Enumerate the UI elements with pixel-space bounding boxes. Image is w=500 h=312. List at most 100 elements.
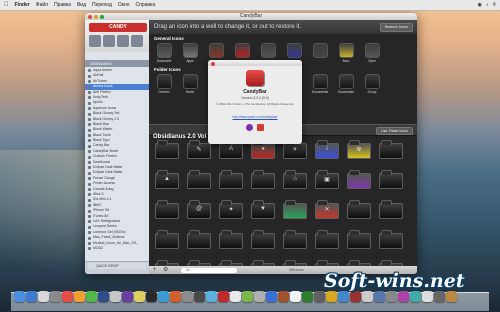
- iconpack-icon[interactable]: [187, 168, 211, 190]
- general-well[interactable]: Burn: [335, 43, 357, 63]
- restore-icons-button[interactable]: Restore Icons: [379, 23, 413, 32]
- iconpack-icon[interactable]: [315, 228, 339, 250]
- general-well[interactable]: Apps: [179, 43, 201, 63]
- iconpack-icon[interactable]: @: [187, 198, 211, 220]
- add-icon[interactable]: +: [153, 266, 157, 274]
- dock-app-icon[interactable]: [278, 291, 289, 302]
- dock-app-icon[interactable]: [86, 291, 97, 302]
- dock-app-icon[interactable]: [194, 291, 205, 302]
- spotlight-icon[interactable]: ⚲: [492, 2, 496, 8]
- dock-app-icon[interactable]: [434, 291, 445, 302]
- search-input[interactable]: All: [181, 267, 237, 273]
- general-well[interactable]: Document: [153, 43, 175, 63]
- dock-app-icon[interactable]: [410, 291, 421, 302]
- iconpack-icon[interactable]: ⌂: [283, 168, 307, 190]
- dock-app-icon[interactable]: [182, 291, 193, 302]
- iconpack-icon[interactable]: [379, 198, 403, 220]
- wifi-icon[interactable]: ◉: [477, 2, 481, 8]
- zoom-icon[interactable]: [100, 14, 104, 19]
- dock-app-icon[interactable]: [38, 291, 49, 302]
- iconpack-icon[interactable]: [155, 228, 179, 250]
- dock-app-icon[interactable]: [302, 291, 313, 302]
- quick-drop[interactable]: QUICK DROP: [88, 263, 146, 269]
- menu-window[interactable]: Окно: [118, 2, 130, 8]
- iconfactory-logo-icon[interactable]: [257, 124, 264, 131]
- iconpack-icon[interactable]: [379, 228, 403, 250]
- dock-app-icon[interactable]: [386, 291, 397, 302]
- dock-app-icon[interactable]: [26, 291, 37, 302]
- iconpack-icon[interactable]: ▣: [315, 168, 339, 190]
- dock-app-icon[interactable]: [74, 291, 85, 302]
- use-these-icons-button[interactable]: Use These Icons: [376, 127, 413, 135]
- dock-app-icon[interactable]: [134, 291, 145, 302]
- about-url-link[interactable]: http://www.panic.com/candybar/: [208, 115, 302, 119]
- dock-app-icon[interactable]: [350, 291, 361, 302]
- dock-app-icon[interactable]: [254, 291, 265, 302]
- menu-view[interactable]: Вид: [77, 2, 86, 8]
- folder-well[interactable]: Documents: [309, 74, 331, 94]
- action-gear-icon[interactable]: ⚙: [163, 266, 168, 274]
- iconpack-icon[interactable]: [155, 138, 179, 160]
- about-close-icon[interactable]: [211, 61, 215, 66]
- iconpack-icon[interactable]: i: [315, 138, 339, 160]
- dock-app-icon[interactable]: [422, 291, 433, 302]
- iconpack-icon[interactable]: [347, 228, 371, 250]
- iconpack-icon[interactable]: [347, 198, 371, 220]
- iconpack-icon[interactable]: [219, 228, 243, 250]
- apps-tool-icon[interactable]: [103, 35, 115, 47]
- iconpack-icon[interactable]: ✦: [219, 198, 243, 220]
- menu-go[interactable]: Переход: [92, 2, 112, 8]
- general-well[interactable]: [309, 43, 331, 63]
- sidebar-item[interactable]: MOD2: [85, 246, 149, 251]
- volume-icon[interactable]: ♪: [486, 2, 489, 8]
- iconpack-icon[interactable]: ✕: [315, 198, 339, 220]
- dock-app-icon[interactable]: [266, 291, 277, 302]
- iconpack-icon[interactable]: [251, 228, 275, 250]
- iconpack-icon[interactable]: [379, 138, 403, 160]
- iconpack-icon[interactable]: ▼: [251, 198, 275, 220]
- dock-app-icon[interactable]: [230, 291, 241, 302]
- menu-help[interactable]: Справка: [136, 2, 156, 8]
- dock-app-icon[interactable]: [50, 291, 61, 302]
- dock-app-icon[interactable]: [98, 291, 109, 302]
- folder-well[interactable]: Downloads: [335, 74, 357, 94]
- iconpack-icon[interactable]: ▲: [155, 168, 179, 190]
- folder-well[interactable]: Generic: [153, 74, 175, 94]
- iconpack-icon[interactable]: [283, 228, 307, 250]
- panic-logo-icon[interactable]: [246, 124, 253, 131]
- dock-app-icon[interactable]: [290, 291, 301, 302]
- dock-app-icon[interactable]: [122, 291, 133, 302]
- folder-well[interactable]: Group: [361, 74, 383, 94]
- iconpack-icon[interactable]: [155, 198, 179, 220]
- dock-app-icon[interactable]: [242, 291, 253, 302]
- iconpack-icon[interactable]: [219, 168, 243, 190]
- dock-app-icon[interactable]: [398, 291, 409, 302]
- general-well[interactable]: Eject: [361, 43, 383, 63]
- dock-app-icon[interactable]: [314, 291, 325, 302]
- iconpack-icon[interactable]: [347, 168, 371, 190]
- minimize-icon[interactable]: [94, 14, 98, 19]
- dock-app-icon[interactable]: [158, 291, 169, 302]
- menu-finder[interactable]: Finder: [15, 2, 30, 8]
- dock-app-icon[interactable]: [14, 291, 25, 302]
- dock-app-icon[interactable]: [374, 291, 385, 302]
- dock-app-icon[interactable]: [326, 291, 337, 302]
- close-icon[interactable]: [88, 14, 92, 19]
- iconpacks-tool-icon[interactable]: [89, 35, 101, 47]
- dock-app-icon[interactable]: [146, 291, 157, 302]
- dock-app-icon[interactable]: [218, 291, 229, 302]
- iconpack-icon[interactable]: [251, 168, 275, 190]
- dock-tool-icon[interactable]: [117, 35, 129, 47]
- dock-app-icon[interactable]: [338, 291, 349, 302]
- menu-edit[interactable]: Правка: [54, 2, 71, 8]
- iconpack-icon[interactable]: [187, 228, 211, 250]
- folder-well[interactable]: Home: [179, 74, 201, 94]
- dock-app-icon[interactable]: [110, 291, 121, 302]
- dock-app-icon[interactable]: [170, 291, 181, 302]
- apple-menu-icon[interactable]: : [4, 2, 9, 8]
- dock-app-icon[interactable]: [362, 291, 373, 302]
- dock-app-icon[interactable]: [446, 291, 457, 302]
- iconpack-icon[interactable]: [283, 198, 307, 220]
- pages-tool-icon[interactable]: [131, 35, 143, 47]
- dock-app-icon[interactable]: [62, 291, 73, 302]
